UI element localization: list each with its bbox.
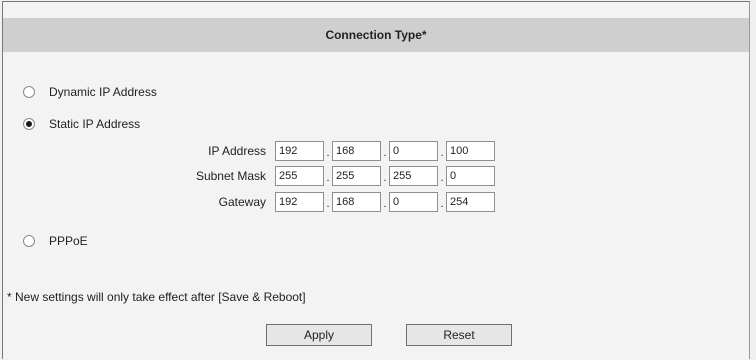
octet-separator: . [440, 198, 444, 210]
octet-separator: . [326, 172, 330, 184]
octet-separator: . [383, 198, 387, 210]
gateway-octet-4[interactable] [446, 192, 495, 212]
option-static-ip[interactable]: Static IP Address [23, 117, 140, 131]
pppoe-radio[interactable] [23, 235, 35, 247]
ip-octet-1[interactable] [275, 141, 324, 161]
section-header: Connection Type* [3, 18, 749, 52]
gateway-octet-3[interactable] [389, 192, 438, 212]
subnet-octet-2[interactable] [332, 166, 381, 186]
apply-button[interactable]: Apply [266, 324, 372, 346]
subnet-octet-1[interactable] [275, 166, 324, 186]
ip-octet-2[interactable] [332, 141, 381, 161]
subnet-mask-row: Subnet Mask . . . [3, 166, 495, 186]
ip-octet-3[interactable] [389, 141, 438, 161]
subnet-octet-4[interactable] [446, 166, 495, 186]
reboot-note: * New settings will only take effect aft… [7, 290, 306, 304]
gateway-octet-1[interactable] [275, 192, 324, 212]
section-title: Connection Type* [325, 28, 427, 42]
octet-separator: . [440, 147, 444, 159]
pppoe-label: PPPoE [49, 234, 88, 248]
static-ip-radio[interactable] [23, 118, 35, 130]
gateway-octet-2[interactable] [332, 192, 381, 212]
gateway-label: Gateway [218, 195, 266, 209]
subnet-mask-label: Subnet Mask [195, 169, 266, 183]
option-pppoe[interactable]: PPPoE [23, 234, 88, 248]
reset-button[interactable]: Reset [406, 324, 512, 346]
static-ip-label: Static IP Address [49, 117, 141, 131]
octet-separator: . [440, 172, 444, 184]
octet-separator: . [326, 147, 330, 159]
octet-separator: . [383, 172, 387, 184]
ip-address-row: IP Address . . . [3, 141, 495, 161]
dynamic-ip-radio[interactable] [23, 86, 35, 98]
ip-address-label: IP Address [208, 144, 266, 158]
gateway-row: Gateway . . . [3, 192, 495, 212]
ip-octet-4[interactable] [446, 141, 495, 161]
octet-separator: . [383, 147, 387, 159]
dynamic-ip-label: Dynamic IP Address [49, 85, 157, 99]
connection-type-panel: Connection Type* Dynamic IP Address Stat… [2, 1, 750, 359]
option-dynamic-ip[interactable]: Dynamic IP Address [23, 85, 157, 99]
octet-separator: . [326, 198, 330, 210]
subnet-octet-3[interactable] [389, 166, 438, 186]
